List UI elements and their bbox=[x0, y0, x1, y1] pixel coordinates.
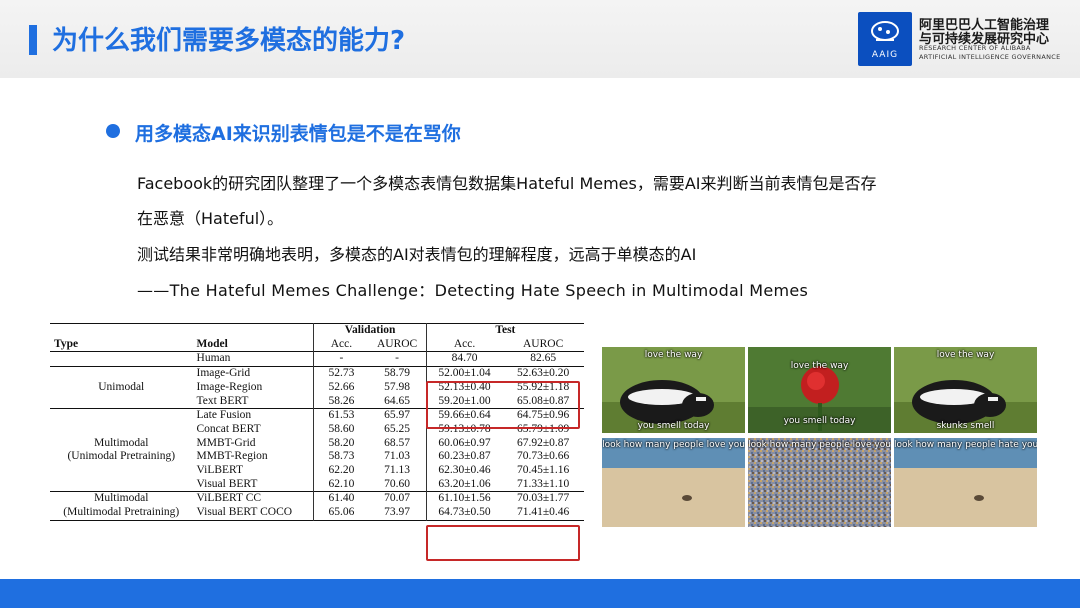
slide-header: 为什么我们需要多模态的能力? AAIG 阿里巴巴人工智能治理 与可持续发展研究中… bbox=[0, 0, 1080, 78]
val-acc: 58.20 bbox=[313, 436, 369, 451]
model-name: ViLBERT CC bbox=[196, 492, 262, 505]
meme-desert-image: look how many people love you bbox=[602, 438, 745, 527]
model-name: Text BERT bbox=[196, 394, 249, 407]
header-model: Model bbox=[196, 337, 228, 350]
val-auroc: 65.25 bbox=[384, 422, 411, 435]
meme-rose-image: love the way you smell today bbox=[748, 347, 891, 433]
test-acc: 61.10±1.56 bbox=[425, 491, 503, 507]
val-auroc: 70.60 bbox=[384, 477, 411, 490]
test-acc: 63.20±1.06 bbox=[425, 477, 503, 492]
test-acc: 60.06±0.97 bbox=[425, 436, 503, 451]
meme-skunk-image: love the way you smell today bbox=[602, 347, 745, 433]
val-acc: 58.26 bbox=[313, 394, 369, 409]
aaig-logo: AAIG bbox=[858, 12, 912, 66]
type-cell: Multimodal (Multimodal Pretraining) bbox=[63, 492, 180, 519]
val-acc: 61.40 bbox=[313, 491, 369, 507]
type-cell: Unimodal bbox=[98, 380, 145, 393]
test-auroc: 82.65 bbox=[530, 352, 557, 365]
val-auroc: 65.97 bbox=[384, 409, 411, 422]
val-auroc: 70.07 bbox=[384, 492, 411, 505]
type-cell: Multimodal (Unimodal Pretraining) bbox=[67, 436, 176, 463]
val-acc: 52.73 bbox=[313, 366, 369, 381]
logo-abbreviation: AAIG bbox=[871, 50, 899, 60]
val-auroc: 71.03 bbox=[384, 450, 411, 463]
val-acc: 61.53 bbox=[313, 408, 369, 423]
meme-caption-top: love the way bbox=[936, 350, 995, 360]
highlight-box-multimodal bbox=[426, 525, 580, 561]
val-auroc: 68.57 bbox=[384, 436, 411, 449]
model-name: ViLBERT bbox=[196, 464, 244, 477]
val-auroc: 58.79 bbox=[384, 367, 411, 380]
meme-examples-grid: love the way you smell today love the wa… bbox=[602, 347, 1037, 527]
desert-picture bbox=[602, 438, 745, 527]
val-auroc: 64.65 bbox=[384, 394, 411, 407]
test-auroc: 52.63±0.20 bbox=[516, 367, 570, 380]
model-name: Image-Grid bbox=[196, 367, 251, 380]
test-acc: 62.30±0.46 bbox=[425, 464, 503, 478]
test-acc: 60.23±0.87 bbox=[425, 450, 503, 465]
model-name: MMBT-Grid bbox=[196, 436, 256, 449]
paragraph-line-1: Facebook的研究团队整理了一个多模态表情包数据集Hateful Memes… bbox=[137, 174, 877, 193]
val-acc: 58.60 bbox=[313, 422, 369, 437]
meme-noise-image: look how many people love you bbox=[748, 438, 891, 527]
header-test-auroc: AUROC bbox=[523, 337, 564, 350]
header-validation: Validation bbox=[313, 323, 427, 338]
val-auroc: - bbox=[395, 352, 400, 365]
bullet-heading: 用多模态AI来识别表情包是不是在骂你 bbox=[135, 123, 461, 145]
test-auroc: 71.33±1.10 bbox=[516, 477, 570, 490]
test-acc: 52.00±1.04 bbox=[425, 366, 503, 381]
header-val-auroc: AUROC bbox=[376, 337, 418, 350]
meme-caption-top: look how many people hate you bbox=[894, 440, 1037, 450]
model-name: Visual BERT COCO bbox=[196, 506, 293, 519]
model-name: Visual BERT bbox=[196, 477, 258, 490]
val-acc: 52.66 bbox=[313, 380, 369, 395]
slide-footer-bar bbox=[0, 579, 1080, 608]
model-name: MMBT-Region bbox=[196, 450, 268, 463]
test-auroc: 67.92±0.87 bbox=[516, 436, 570, 449]
header-val-acc: Acc. bbox=[313, 337, 369, 352]
title-accent-bar bbox=[29, 25, 37, 55]
val-auroc: 71.13 bbox=[384, 464, 411, 477]
header-test-acc: Acc. bbox=[425, 337, 503, 352]
val-auroc: 73.97 bbox=[384, 506, 411, 519]
bullet-dot-icon bbox=[106, 124, 120, 138]
val-acc: 58.73 bbox=[313, 450, 369, 465]
meme-skunk-image-hateful: love the way skunks smell bbox=[894, 347, 1037, 433]
desert-picture bbox=[894, 438, 1037, 527]
meme-caption-top: look how many people love you bbox=[602, 440, 745, 450]
meme-caption-bottom: you smell today bbox=[783, 416, 856, 426]
meme-caption-top: look how many people love you bbox=[748, 440, 891, 450]
header-type: Type bbox=[54, 337, 79, 350]
model-name: Late Fusion bbox=[196, 409, 252, 422]
test-auroc: 70.03±1.77 bbox=[516, 492, 570, 505]
meme-caption-bottom: skunks smell bbox=[936, 421, 995, 431]
val-acc: 62.10 bbox=[313, 477, 369, 492]
paragraph-line-2: 在恶意（Hateful）。 bbox=[137, 209, 284, 228]
paper-citation: ——The Hateful Memes Challenge：Detecting … bbox=[137, 281, 809, 300]
meme-desert-image-hateful: look how many people hate you bbox=[894, 438, 1037, 527]
slide-title: 为什么我们需要多模态的能力? bbox=[52, 26, 406, 56]
header-test: Test bbox=[425, 323, 584, 338]
model-name: Concat BERT bbox=[196, 422, 261, 435]
test-auroc: 70.73±0.66 bbox=[516, 450, 570, 463]
val-auroc: 57.98 bbox=[384, 380, 411, 393]
val-acc: 62.20 bbox=[313, 464, 369, 478]
test-auroc: 71.41±0.46 bbox=[516, 506, 570, 519]
highlight-box-unimodal bbox=[426, 381, 580, 429]
results-table: Validation Test Type Model Acc. AUROC Ac… bbox=[50, 323, 584, 561]
test-acc: 84.70 bbox=[425, 351, 503, 367]
meme-caption-bottom: you smell today bbox=[637, 421, 710, 431]
model-name: Human bbox=[196, 352, 231, 365]
noise-picture bbox=[748, 438, 891, 527]
test-acc: 64.73±0.50 bbox=[425, 506, 503, 521]
test-auroc: 70.45±1.16 bbox=[516, 464, 570, 477]
org-name-en-line1: RESEARCH CENTER OF ALIBABA bbox=[919, 44, 1031, 52]
meme-caption-top: love the way bbox=[644, 350, 703, 360]
val-acc: - bbox=[313, 351, 369, 367]
org-name-en-line2: ARTIFICIAL INTELLIGENCE GOVERNANCE bbox=[919, 53, 1061, 61]
model-name: Image-Region bbox=[196, 380, 263, 393]
paragraph-line-3: 测试结果非常明确地表明，多模态的AI对表情包的理解程度，远高于单模态的AI bbox=[137, 245, 697, 264]
val-acc: 65.06 bbox=[313, 506, 369, 521]
meme-caption-top: love the way bbox=[790, 361, 849, 371]
